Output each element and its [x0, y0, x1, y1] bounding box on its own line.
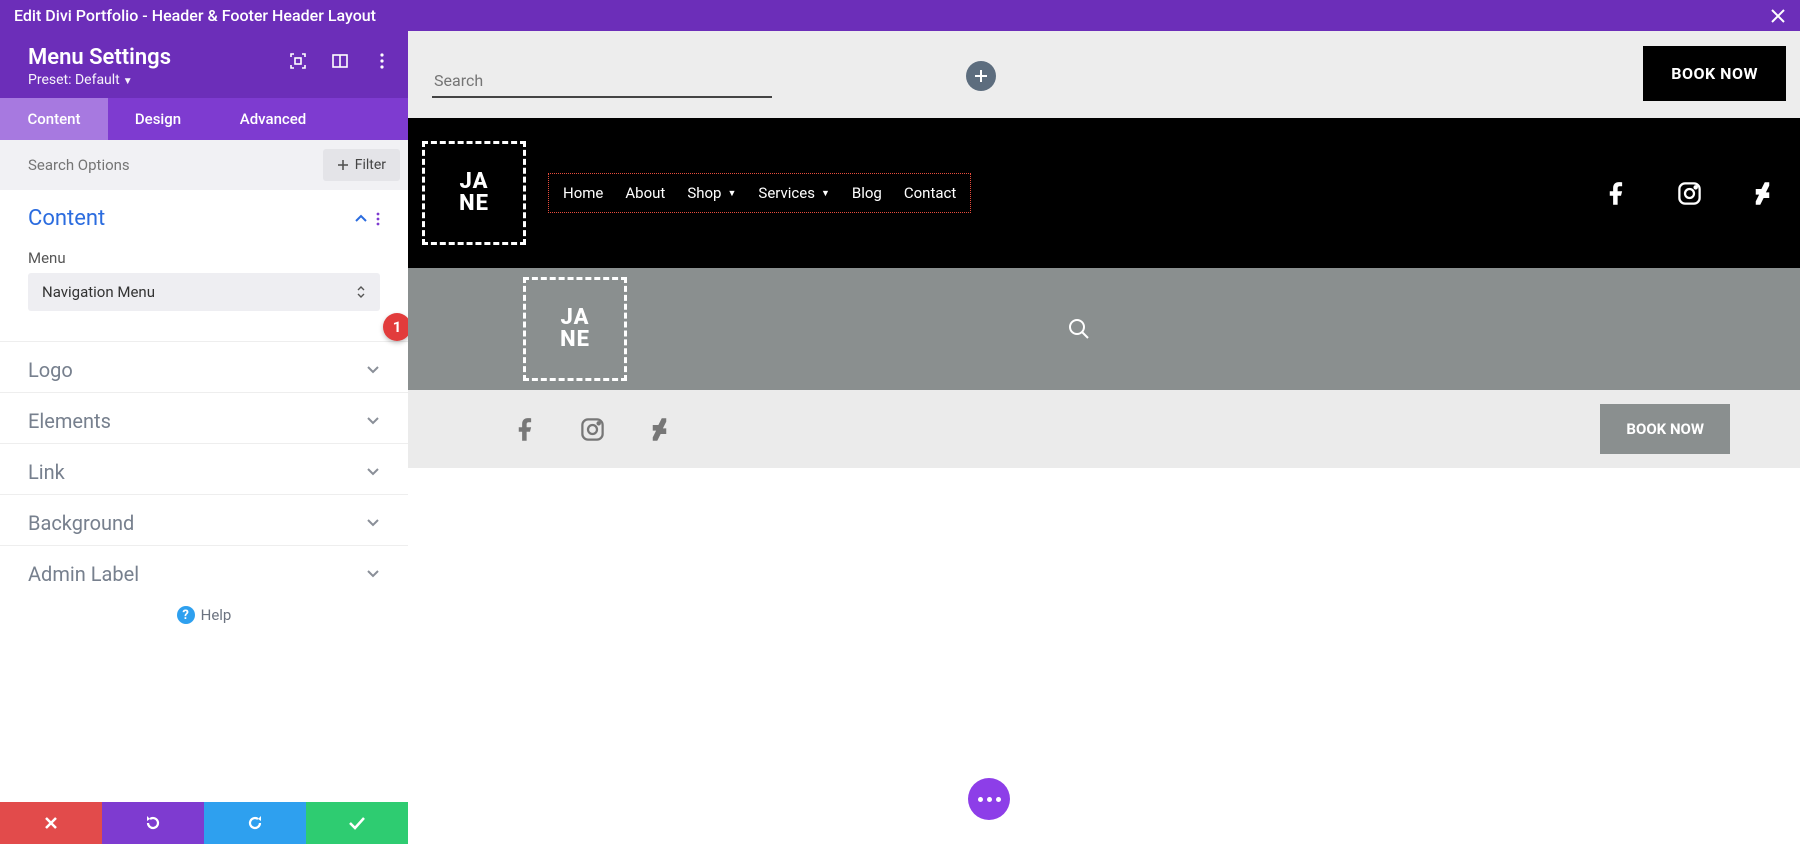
book-now-button-dark[interactable]: BOOK NOW	[1643, 46, 1786, 101]
add-section-button[interactable]	[966, 61, 996, 91]
menu-select-value: Navigation Menu	[42, 283, 155, 301]
menu-field-label: Menu	[0, 241, 408, 273]
search-icon[interactable]	[1068, 318, 1090, 340]
chevron-down-icon	[366, 365, 380, 375]
more-icon[interactable]	[374, 53, 390, 69]
redo-button[interactable]	[204, 802, 306, 844]
preview-search-input[interactable]	[432, 67, 772, 98]
deviantart-icon[interactable]	[1749, 180, 1776, 207]
tab-content[interactable]: Content	[0, 98, 108, 140]
search-options-input[interactable]	[0, 148, 323, 182]
settings-sidebar: Menu Settings Preset: Default▼ Content D…	[0, 31, 408, 844]
nav-item-services[interactable]: Services▼	[758, 184, 829, 202]
nav-item-home[interactable]: Home	[563, 184, 603, 202]
section-background-toggle[interactable]: Background	[0, 495, 408, 545]
nav-item-contact[interactable]: Contact	[904, 184, 956, 202]
chevron-down-icon	[366, 518, 380, 528]
section-more-icon[interactable]	[376, 212, 380, 226]
section-background-title: Background	[28, 511, 134, 535]
book-now-button-gray[interactable]: BOOK NOW	[1600, 404, 1730, 454]
nav-item-blog[interactable]: Blog	[852, 184, 882, 202]
section-logo-toggle[interactable]: Logo	[0, 342, 408, 392]
preview-pane: BOOK NOW JANE Home About Shop▼ Services▼…	[408, 31, 1800, 844]
preset-row[interactable]: Preset: Default▼	[28, 72, 380, 88]
select-caret-icon	[356, 285, 366, 299]
preview-footer-bar: BOOK NOW	[408, 390, 1800, 468]
nav-menu: Home About Shop▼ Services▼ Blog Contact	[548, 173, 971, 213]
chevron-down-icon: ▼	[727, 188, 736, 199]
sidebar-header: Menu Settings Preset: Default▼	[0, 31, 408, 98]
deviantart-icon[interactable]	[646, 416, 673, 443]
section-content-title: Content	[28, 206, 105, 231]
chevron-down-icon: ▼	[123, 76, 133, 87]
instagram-icon[interactable]	[1676, 180, 1703, 207]
chevron-up-icon	[354, 214, 368, 224]
section-content-toggle[interactable]: Content	[0, 190, 408, 241]
section-admin-label-toggle[interactable]: Admin Label	[0, 546, 408, 596]
titlebar-text: Edit Divi Portfolio - Header & Footer He…	[14, 6, 376, 25]
chevron-down-icon	[366, 467, 380, 477]
expand-icon[interactable]	[290, 53, 306, 69]
undo-button[interactable]	[102, 802, 204, 844]
close-icon[interactable]	[1770, 8, 1786, 24]
nav-item-shop[interactable]: Shop▼	[687, 184, 736, 202]
save-button[interactable]	[306, 802, 408, 844]
section-link-title: Link	[28, 460, 65, 484]
section-logo-title: Logo	[28, 358, 73, 382]
tab-design[interactable]: Design	[108, 98, 208, 140]
action-bar	[0, 802, 408, 844]
help-row[interactable]: ? Help	[0, 596, 408, 634]
panel-icon[interactable]	[332, 53, 348, 69]
preview-navbar: JANE Home About Shop▼ Services▼ Blog Con…	[408, 118, 1800, 268]
preview-topbar: BOOK NOW	[408, 31, 1800, 118]
logo-placeholder: JANE	[422, 141, 526, 245]
facebook-icon[interactable]	[512, 416, 539, 443]
annotation-badge-1: 1	[383, 313, 411, 341]
preset-label: Preset: Default	[28, 72, 120, 88]
divi-fab-button[interactable]	[968, 778, 1010, 820]
search-filter-row: Filter	[0, 140, 408, 190]
nav-item-about[interactable]: About	[625, 184, 665, 202]
section-elements-toggle[interactable]: Elements	[0, 393, 408, 443]
section-link-toggle[interactable]: Link	[0, 444, 408, 494]
help-label: Help	[201, 606, 232, 624]
chevron-down-icon	[366, 416, 380, 426]
instagram-icon[interactable]	[579, 416, 606, 443]
facebook-icon[interactable]	[1603, 180, 1630, 207]
filter-button[interactable]: Filter	[323, 149, 400, 181]
section-admin-title: Admin Label	[28, 562, 139, 586]
cancel-button[interactable]	[0, 802, 102, 844]
chevron-down-icon: ▼	[821, 188, 830, 199]
chevron-down-icon	[366, 569, 380, 579]
logo-placeholder-gray: JANE	[523, 277, 627, 381]
tabs: Content Design Advanced	[0, 98, 408, 140]
help-icon: ?	[177, 606, 195, 624]
section-elements-title: Elements	[28, 409, 111, 433]
menu-select[interactable]: Navigation Menu	[28, 273, 380, 311]
titlebar: Edit Divi Portfolio - Header & Footer He…	[0, 0, 1800, 31]
tab-advanced[interactable]: Advanced	[208, 98, 338, 140]
filter-label: Filter	[355, 157, 386, 173]
preview-navbar-gray: JANE	[408, 268, 1800, 390]
